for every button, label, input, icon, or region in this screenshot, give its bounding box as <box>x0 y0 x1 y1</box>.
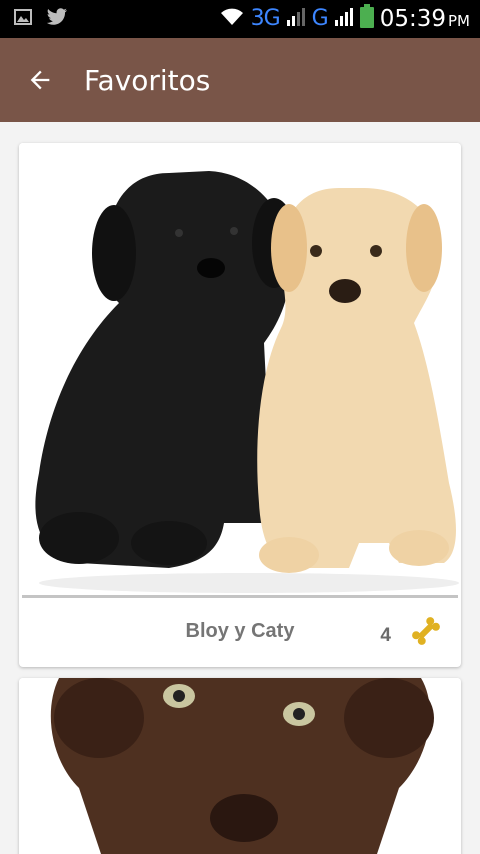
twitter-icon <box>46 8 68 31</box>
rating-count: 4 <box>380 625 391 646</box>
image-icon <box>14 8 32 31</box>
back-button[interactable] <box>0 38 80 122</box>
pet-photo <box>19 143 461 595</box>
bone-icon <box>412 617 440 645</box>
battery-icon <box>359 4 374 33</box>
network-3g-label: 3G <box>250 6 281 31</box>
favorites-list[interactable]: Bloy y Caty 4 <box>0 122 480 854</box>
status-bar: 3G G 05:39 PM <box>0 0 480 38</box>
pet-name: Bloy y Caty <box>185 620 295 642</box>
wifi-icon <box>219 5 245 32</box>
pet-photo <box>19 678 461 854</box>
card-footer: Bloy y Caty 4 <box>19 598 461 667</box>
clock: 05:39 PM <box>379 5 470 32</box>
rate-button[interactable] <box>409 614 443 648</box>
pet-card[interactable] <box>19 678 461 854</box>
signal-icon-2 <box>334 5 354 32</box>
page-title: Favoritos <box>84 63 211 97</box>
arrow-left-icon <box>30 70 50 90</box>
signal-icon <box>286 5 306 32</box>
pet-card[interactable]: Bloy y Caty 4 <box>19 143 461 667</box>
network-g-label: G <box>311 6 329 31</box>
app-bar: Favoritos <box>0 38 480 122</box>
